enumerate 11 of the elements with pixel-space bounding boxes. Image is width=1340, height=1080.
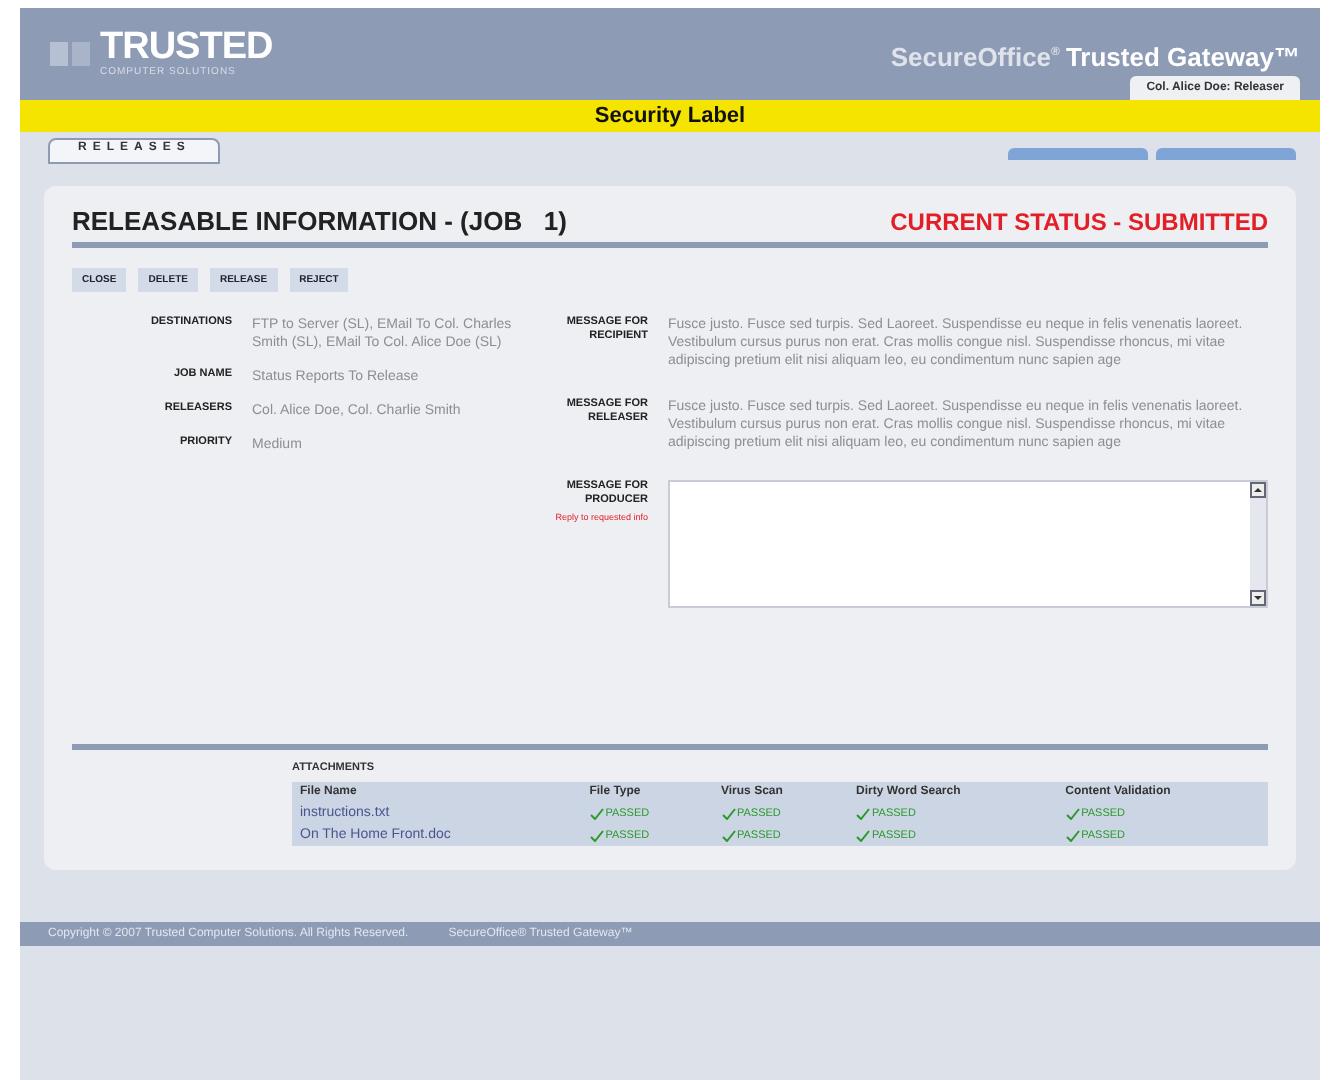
logo-text: TRUSTED — [100, 30, 273, 66]
scrollbar[interactable] — [1250, 482, 1266, 606]
panel-title: RELEASABLE INFORMATION - (JOB 1) — [72, 206, 567, 236]
message-field[interactable] — [668, 480, 1268, 608]
status-text: CURRENT STATUS - SUBMITTED — [890, 208, 1268, 236]
logo-icon — [48, 36, 92, 72]
security-label: Security Label — [20, 100, 1320, 132]
product-name: SecureOffice$^{®}$ — [890, 42, 1060, 72]
scroll-up-icon[interactable] — [1250, 482, 1266, 498]
gateway-name: Trusted Gateway™ — [1065, 42, 1300, 72]
scroll-down-icon[interactable] — [1250, 590, 1266, 606]
